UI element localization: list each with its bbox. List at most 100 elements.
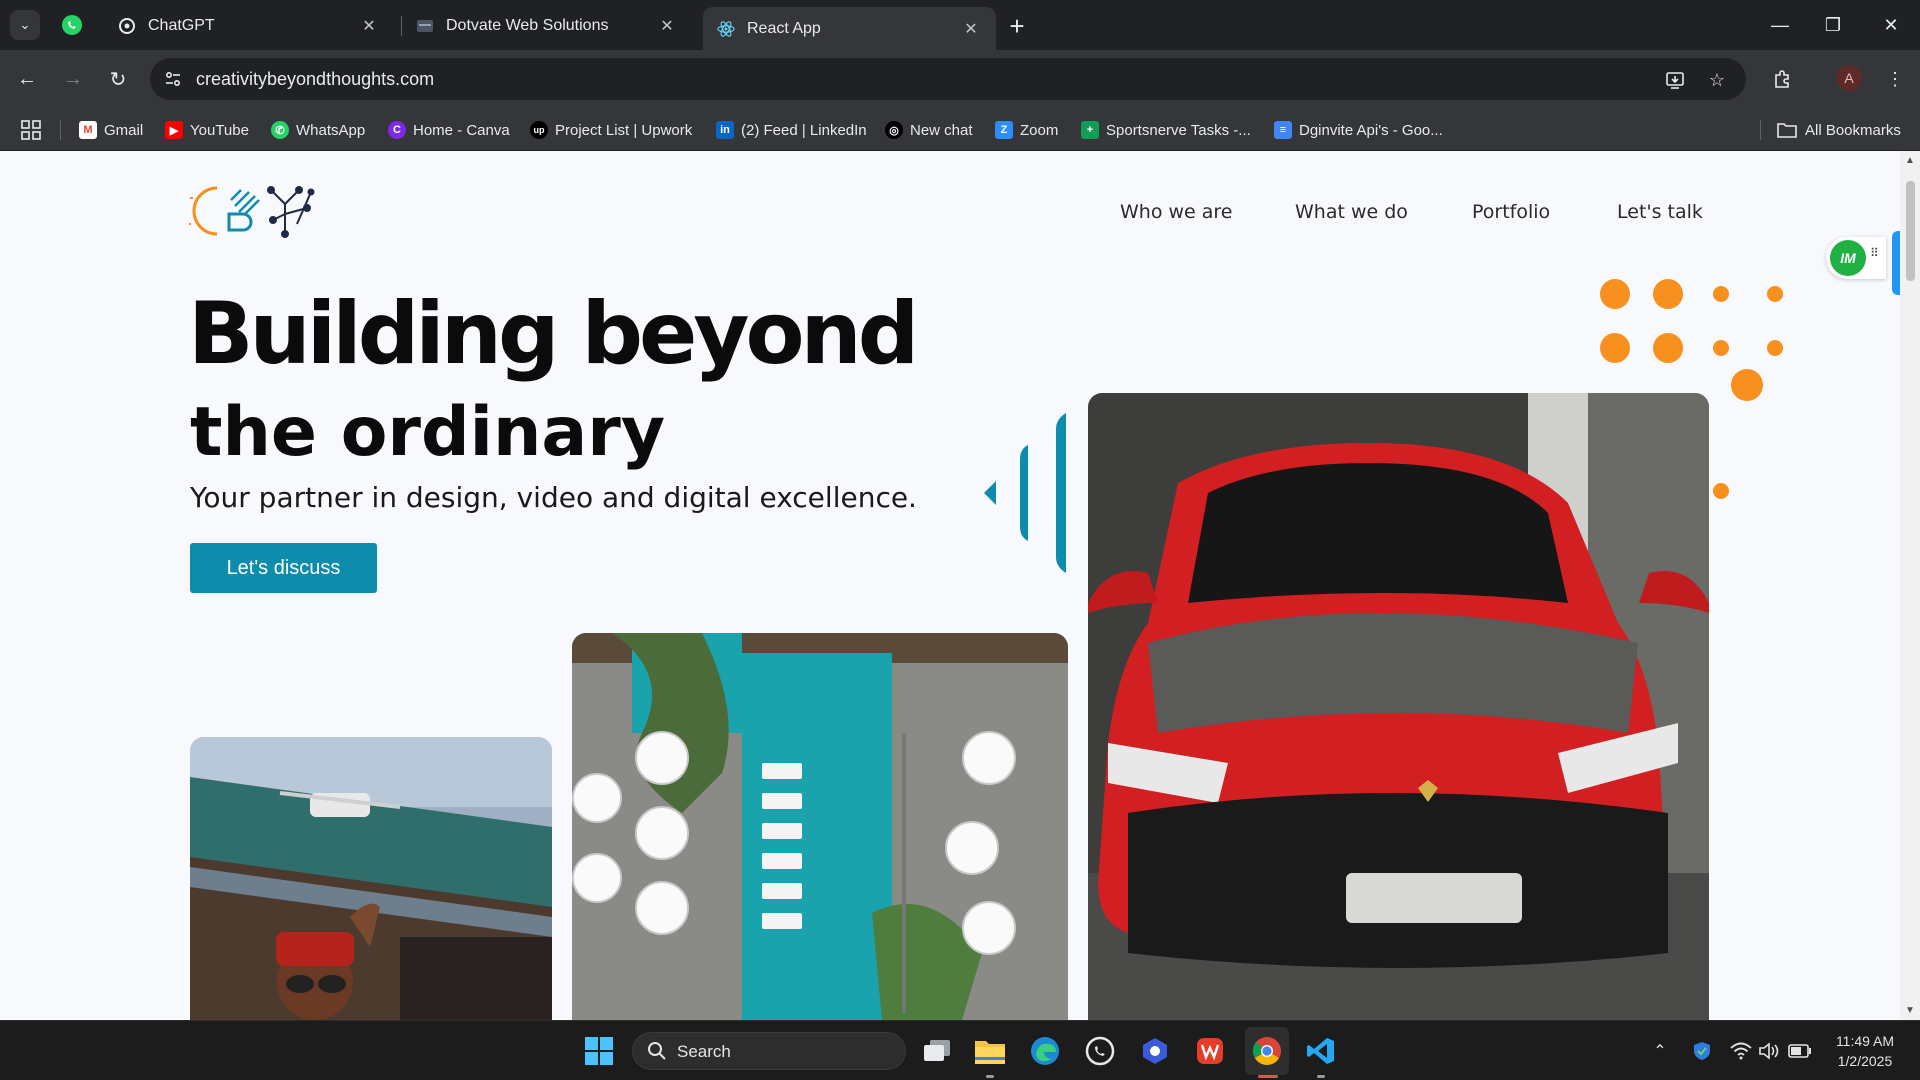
- tab-react-app[interactable]: React App ✕: [703, 7, 996, 50]
- profile-avatar[interactable]: A: [1836, 65, 1862, 91]
- forward-button[interactable]: →: [58, 64, 88, 94]
- extensions-button[interactable]: [1767, 64, 1797, 94]
- task-view-icon: [924, 1040, 950, 1061]
- running-indicator: [986, 1075, 994, 1078]
- restore-button[interactable]: ❐: [1816, 8, 1850, 42]
- red-lamborghini-urus-photo: [1088, 393, 1709, 1020]
- back-button[interactable]: ←: [12, 64, 42, 94]
- bookmark-new-chat[interactable]: ◎ New chat: [885, 118, 973, 142]
- web-page: Who we are What we do Portfolio Let's ta…: [0, 151, 1900, 1020]
- edge-button[interactable]: [1028, 1034, 1062, 1068]
- bookmarks-divider: [1760, 120, 1761, 140]
- cbt-logo[interactable]: [189, 184, 317, 238]
- windows-taskbar: Search ⌃ 11:49 AM 1/2/2025: [0, 1020, 1920, 1080]
- volume-tray-icon[interactable]: [1757, 1039, 1781, 1063]
- im-badge[interactable]: IM: [1830, 240, 1866, 276]
- nav-who-we-are[interactable]: Who we are: [1120, 201, 1233, 223]
- chrome-button[interactable]: [1250, 1034, 1284, 1068]
- defender-tray-icon[interactable]: [1690, 1039, 1714, 1063]
- scroll-up-icon[interactable]: ▲: [1905, 155, 1915, 166]
- minimize-button[interactable]: —: [1763, 8, 1797, 42]
- zoom-icon: Z: [995, 121, 1013, 139]
- clock-time: 11:49 AM: [1835, 1033, 1895, 1049]
- pool-aerial-photo: [572, 633, 1068, 1020]
- whatsapp-app-button[interactable]: [1083, 1034, 1117, 1068]
- running-indicator: [1317, 1075, 1325, 1078]
- bookmark-label: Project List | Upwork: [555, 121, 693, 139]
- bookmark-dginvite[interactable]: ≡ Dginvite Api's - Goo...: [1274, 118, 1443, 142]
- openai-icon: ◎: [885, 121, 903, 139]
- react-icon: [717, 20, 735, 38]
- security-app-button[interactable]: [1138, 1034, 1172, 1068]
- task-view-button[interactable]: [920, 1034, 954, 1068]
- wifi-tray-icon[interactable]: [1729, 1039, 1753, 1063]
- floating-chat-widget[interactable]: IM ⠿: [1826, 237, 1886, 279]
- close-icon[interactable]: ✕: [358, 15, 380, 37]
- nav-what-we-do[interactable]: What we do: [1295, 201, 1408, 223]
- vscode-icon: [1307, 1038, 1334, 1064]
- active-indicator: [1258, 1075, 1278, 1078]
- scroll-down-icon[interactable]: ▼: [1905, 1005, 1915, 1016]
- battery-icon: [1788, 1044, 1811, 1058]
- bookmark-star-icon[interactable]: ☆: [1705, 68, 1729, 92]
- bookmark-label: YouTube: [190, 121, 249, 139]
- reload-button[interactable]: ↻: [103, 64, 133, 94]
- side-panel-tab[interactable]: [1892, 231, 1900, 295]
- minimize-icon: —: [1771, 14, 1789, 35]
- shield-icon: [1694, 1042, 1710, 1060]
- pinned-tab-whatsapp[interactable]: [58, 11, 86, 39]
- youtube-icon: ▶: [165, 121, 183, 139]
- close-icon[interactable]: ✕: [656, 15, 678, 37]
- tab-search-button[interactable]: ⌄: [10, 10, 40, 40]
- file-explorer-button[interactable]: [973, 1034, 1007, 1068]
- new-tab-button[interactable]: +: [1002, 11, 1032, 41]
- nav-portfolio[interactable]: Portfolio: [1472, 201, 1550, 223]
- bookmark-upwork[interactable]: up Project List | Upwork: [530, 118, 692, 142]
- bookmark-gmail[interactable]: M Gmail: [79, 118, 143, 142]
- tab-title: React App: [747, 19, 821, 37]
- page-scrollbar[interactable]: ▲ ▼: [1900, 151, 1920, 1020]
- apps-grid-icon[interactable]: [20, 119, 42, 141]
- bookmark-zoom[interactable]: Z Zoom: [995, 118, 1058, 142]
- bookmark-whatsapp[interactable]: ✆ WhatsApp: [271, 118, 365, 142]
- website-favicon-icon: [416, 17, 434, 35]
- arrow-right-icon: →: [63, 67, 83, 90]
- battery-tray-icon[interactable]: [1788, 1039, 1812, 1063]
- taskbar-search-box[interactable]: Search: [632, 1032, 906, 1070]
- hero-heading-line2: the ordinary: [190, 393, 666, 472]
- vscode-button[interactable]: [1304, 1034, 1338, 1068]
- scroll-thumb[interactable]: [1906, 181, 1915, 281]
- wifi-icon: [1730, 1042, 1752, 1060]
- bookmark-linkedin[interactable]: in (2) Feed | LinkedIn: [716, 118, 867, 142]
- bookmark-label: Dginvite Api's - Goo...: [1299, 121, 1443, 139]
- site-info-icon[interactable]: [162, 68, 184, 90]
- plus-icon: +: [1009, 10, 1025, 41]
- windows-start-icon[interactable]: [584, 1036, 614, 1066]
- wps-office-button[interactable]: [1193, 1034, 1227, 1068]
- docs-icon: ≡: [1274, 121, 1292, 139]
- url-text[interactable]: creativitybeyondthoughts.com: [196, 69, 434, 90]
- all-bookmarks-button[interactable]: All Bookmarks: [1777, 118, 1901, 142]
- hero-heading-line1: Building beyond: [188, 284, 919, 384]
- bookmarks-divider: [60, 120, 61, 140]
- tab-chatgpt[interactable]: ChatGPT ✕: [104, 7, 394, 44]
- openai-icon: [118, 17, 136, 35]
- address-bar[interactable]: creativitybeyondthoughts.com ☆: [150, 58, 1746, 100]
- bookmark-label: New chat: [910, 121, 973, 139]
- bookmark-youtube[interactable]: ▶ YouTube: [165, 118, 249, 142]
- upwork-icon: up: [530, 121, 548, 139]
- bookmark-label: Zoom: [1020, 121, 1059, 139]
- system-clock[interactable]: 11:49 AM 1/2/2025: [1820, 1031, 1910, 1071]
- window-close-button[interactable]: ✕: [1874, 8, 1908, 42]
- nav-lets-talk[interactable]: Let's talk: [1617, 201, 1703, 223]
- drag-handle-icon[interactable]: ⠿: [1870, 247, 1879, 259]
- gmail-icon: M: [79, 121, 97, 139]
- tab-dotvate[interactable]: Dotvate Web Solutions ✕: [402, 7, 692, 44]
- close-icon[interactable]: ✕: [960, 18, 982, 40]
- browser-menu-button[interactable]: ⋮: [1880, 64, 1910, 94]
- bookmark-canva[interactable]: C Home - Canva: [388, 118, 510, 142]
- install-app-icon[interactable]: [1663, 68, 1687, 92]
- show-hidden-icons-button[interactable]: ⌃: [1648, 1039, 1672, 1063]
- bookmark-sportsnerve[interactable]: + Sportsnerve Tasks -...: [1081, 118, 1251, 142]
- lets-discuss-button[interactable]: Let's discuss: [190, 543, 377, 593]
